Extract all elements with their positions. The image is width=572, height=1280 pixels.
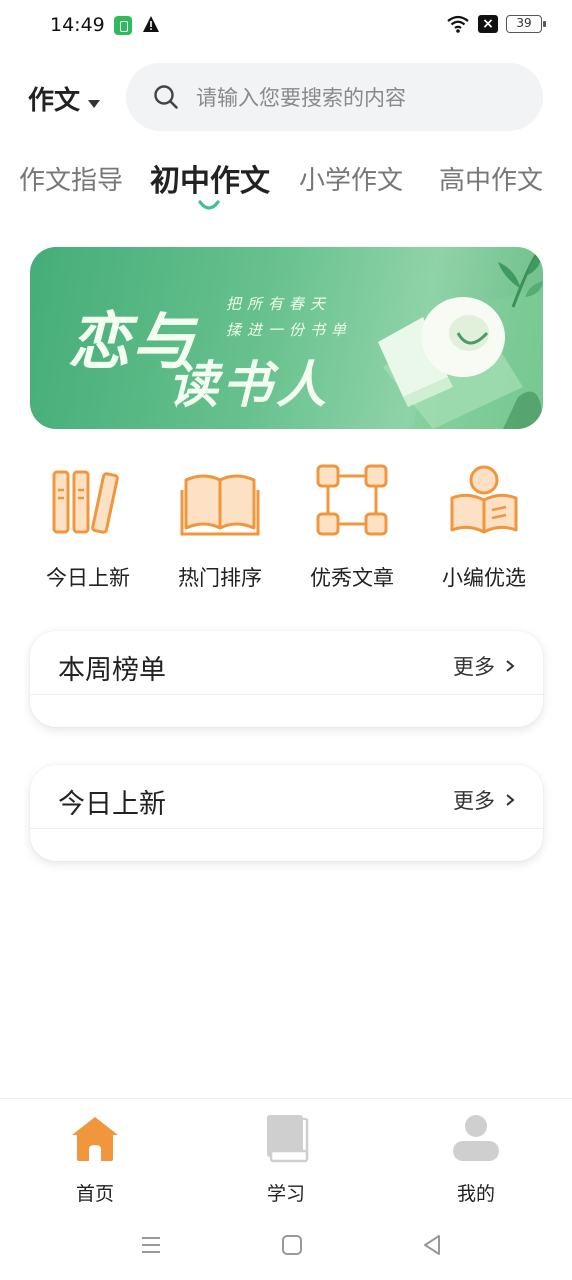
- more-link[interactable]: 更多: [453, 651, 515, 681]
- quick-action-excellent-articles[interactable]: 优秀文章: [286, 455, 418, 592]
- home-square-icon[interactable]: [280, 1233, 304, 1257]
- card-header: 今日上新 更多: [30, 765, 543, 829]
- wifi-icon: [447, 15, 469, 33]
- status-bar: 14:49 × 39: [0, 0, 572, 50]
- promo-banner[interactable]: 恋与 读书人 把所有春天 揉进一份书单: [30, 247, 543, 429]
- chevron-right-icon: [506, 660, 515, 672]
- category-label: 作文: [28, 86, 81, 116]
- more-link[interactable]: 更多: [453, 785, 515, 815]
- nodes-icon: [316, 464, 388, 536]
- bottom-nav: 首页 学习 我的: [0, 1098, 572, 1208]
- nav-profile[interactable]: 我的: [416, 1111, 536, 1206]
- category-tabs: 作文指导 初中作文 小学作文 高中作文: [0, 150, 572, 220]
- quick-actions: 今日上新 热门排序 优秀文章 小编优选: [0, 455, 572, 605]
- status-time: 14:49: [50, 14, 105, 36]
- nav-label: 我的: [456, 1183, 495, 1205]
- tab-junior-high[interactable]: 初中作文: [150, 156, 270, 200]
- card-title: 今日上新: [58, 789, 166, 820]
- quick-action-label: 热门排序: [178, 566, 262, 590]
- banner-subtitle-line1: 把所有春天: [226, 295, 332, 313]
- nav-study[interactable]: 学习: [226, 1111, 346, 1206]
- tab-active-indicator: [198, 200, 220, 210]
- quick-action-editor-picks[interactable]: 小编优选: [418, 455, 550, 592]
- nav-label: 首页: [75, 1183, 114, 1205]
- today-new-card: 今日上新 更多: [30, 765, 543, 861]
- quick-action-hot-ranking[interactable]: 热门排序: [154, 455, 286, 592]
- quick-action-today-new[interactable]: 今日上新: [22, 455, 154, 592]
- search-placeholder: 请输入您要搜索的内容: [196, 86, 406, 110]
- caret-down-icon: [88, 99, 101, 108]
- back-icon[interactable]: [420, 1233, 444, 1257]
- app-screen: 14:49 × 39 作文 请输入您要搜索的内容 作文指导 初中作文 小学作文 …: [0, 0, 572, 1280]
- nav-label: 学习: [266, 1183, 305, 1205]
- quick-action-label: 今日上新: [46, 566, 130, 590]
- search-input[interactable]: 请输入您要搜索的内容: [126, 63, 543, 131]
- system-nav-bar: [0, 1215, 572, 1275]
- weekly-ranking-card: 本周榜单 更多: [30, 631, 543, 727]
- card-title: 本周榜单: [58, 655, 166, 686]
- books-icon: [52, 470, 119, 534]
- status-indicators: × 39: [446, 14, 546, 34]
- tab-senior-high[interactable]: 高中作文: [439, 160, 543, 197]
- search-icon: [154, 85, 178, 109]
- tab-primary[interactable]: 小学作文: [299, 160, 403, 197]
- more-label: 更多: [453, 789, 495, 813]
- battery-icon: 39: [506, 15, 546, 33]
- reader-icon: [450, 465, 518, 534]
- book-icon: [267, 1115, 309, 1163]
- open-book-icon: [180, 474, 260, 536]
- user-icon: [453, 1115, 499, 1161]
- more-label: 更多: [453, 655, 495, 679]
- home-icon: [72, 1117, 118, 1161]
- menu-icon[interactable]: [139, 1233, 163, 1257]
- nav-home[interactable]: 首页: [35, 1111, 155, 1206]
- quick-action-label: 小编优选: [442, 566, 526, 590]
- banner-illustration: [378, 251, 543, 429]
- banner-title-line2: 读书人: [168, 355, 330, 414]
- sim-off-icon: ×: [478, 15, 498, 33]
- quick-action-label: 优秀文章: [310, 566, 394, 590]
- warning-icon: [143, 16, 159, 32]
- card-header: 本周榜单 更多: [30, 631, 543, 695]
- app-notification-icon: [114, 16, 132, 35]
- tab-guide[interactable]: 作文指导: [19, 160, 123, 197]
- category-dropdown[interactable]: 作文: [28, 80, 101, 117]
- chevron-right-icon: [506, 794, 515, 806]
- banner-subtitle-line2: 揉进一份书单: [226, 321, 353, 339]
- header: 作文 请输入您要搜索的内容: [0, 62, 572, 132]
